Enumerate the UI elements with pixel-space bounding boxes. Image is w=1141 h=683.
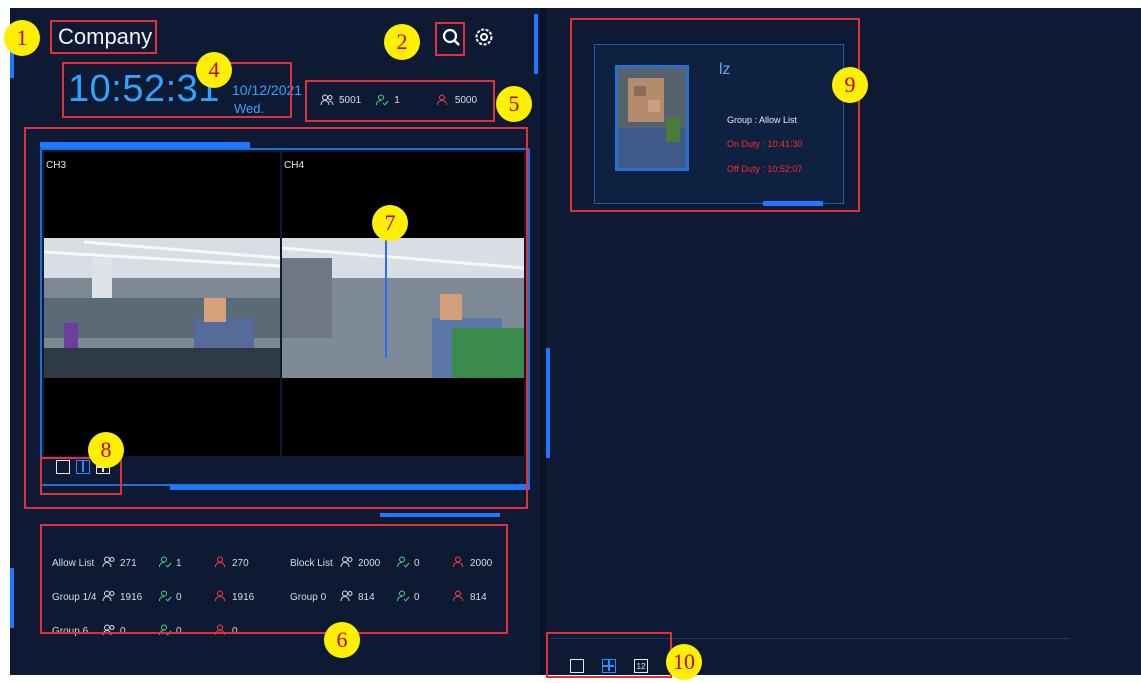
annotation-box-2 (435, 22, 465, 56)
annotation-box-9 (570, 18, 860, 212)
annotation-badge: 1 (4, 20, 40, 56)
edge-accent (380, 513, 500, 517)
annotation-badge: 9 (832, 67, 868, 103)
annotation-badge: 5 (496, 86, 532, 122)
gear-icon[interactable] (473, 26, 495, 48)
annotation-badge: 8 (88, 432, 124, 468)
annotation-box-1 (50, 20, 157, 54)
edge-accent (10, 568, 14, 628)
annotation-badge: 6 (324, 622, 360, 658)
edge-accent (546, 348, 550, 458)
annotation-box-4 (62, 62, 292, 118)
edge-accent (534, 14, 538, 74)
annotation-box-6 (40, 524, 508, 634)
annotation-badge: 7 (372, 205, 408, 241)
annotation-badge: 4 (196, 52, 232, 88)
annotation-box-10 (546, 632, 672, 678)
annotation-badge: 10 (666, 644, 702, 680)
annotation-badge: 2 (384, 24, 420, 60)
annotation-box-5 (305, 80, 495, 122)
